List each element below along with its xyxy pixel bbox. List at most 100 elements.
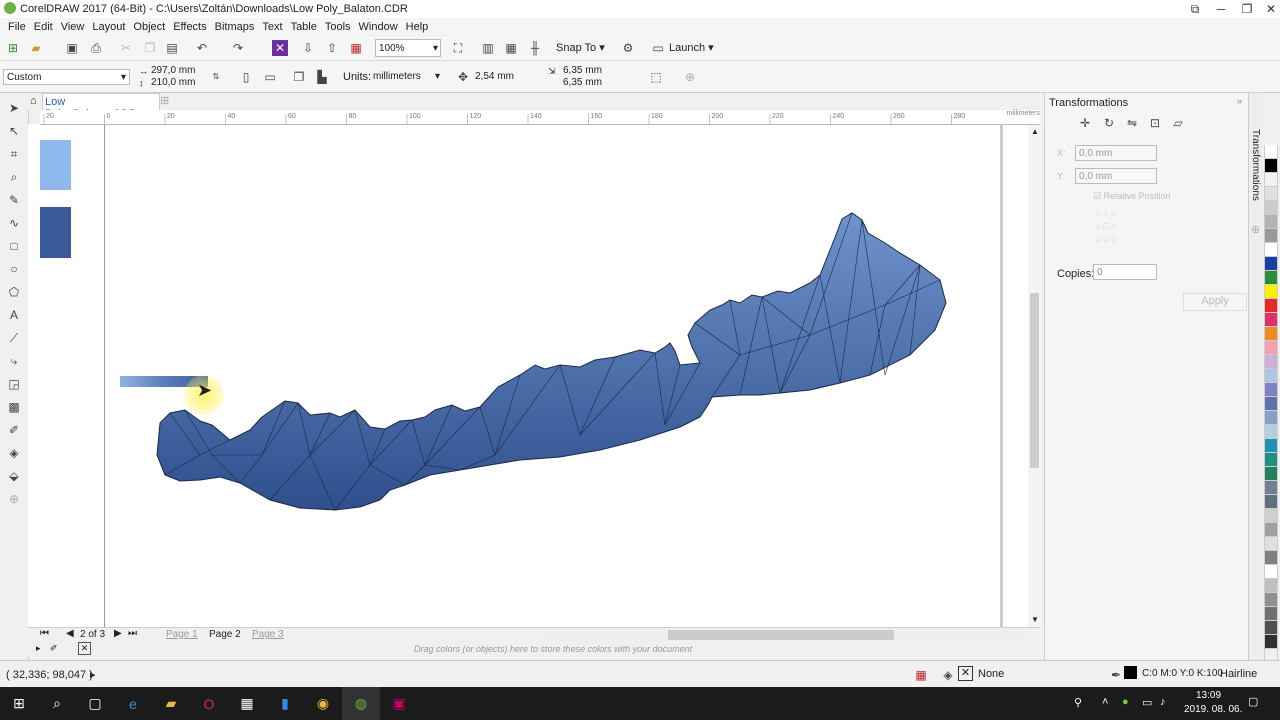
save-icon[interactable]: ▣ (64, 40, 80, 56)
docker-tab-strip[interactable]: Transformations ⊕ (1248, 93, 1263, 667)
artistic-media-icon[interactable]: ∿ (6, 215, 22, 231)
palette-swatch[interactable] (1264, 621, 1278, 635)
cut-icon[interactable]: ✂ (118, 40, 134, 56)
drop-shadow-icon[interactable]: ◲ (6, 376, 22, 392)
launch-dropdown[interactable]: Launch ▾ (669, 41, 714, 54)
ellipse-tool-icon[interactable]: ○ (6, 261, 22, 277)
add-tool-icon[interactable]: ⊕ (6, 491, 22, 507)
palette-swatch[interactable] (1264, 467, 1278, 481)
palette-swatch[interactable] (1264, 495, 1278, 509)
add-icon[interactable]: ⊕ (682, 69, 698, 85)
palette-swatch[interactable] (1264, 313, 1278, 327)
notification-icon[interactable]: ▢ (1248, 695, 1258, 708)
page-tab-1[interactable]: Page 1 (166, 629, 198, 640)
palette-swatch[interactable] (1264, 523, 1278, 537)
show-guidelines-icon[interactable]: ╫ (527, 40, 543, 56)
parallel-dimension-icon[interactable]: ⟋ (6, 330, 22, 346)
maximize-button[interactable]: ❐ (1234, 0, 1260, 18)
add-docker-icon[interactable]: ⊕ (1251, 223, 1260, 236)
corel-photo-paint-icon[interactable]: ▣ (380, 687, 418, 720)
clock-date[interactable]: 2019. 08. 06. (1184, 704, 1242, 715)
palette-swatch[interactable] (1264, 425, 1278, 439)
current-page-icon[interactable]: ▙ (314, 69, 330, 85)
task-view-icon[interactable]: ▢ (76, 687, 114, 720)
shape-tool-icon[interactable]: ↖ (6, 123, 22, 139)
palette-swatch[interactable] (1264, 411, 1278, 425)
landscape-icon[interactable]: ▭ (262, 69, 278, 85)
apply-button[interactable]: Apply (1183, 293, 1247, 311)
menu-text[interactable]: Text (262, 21, 282, 33)
zoom-field[interactable]: 100% ▾ (375, 39, 441, 57)
open-icon[interactable]: ▰ (28, 40, 44, 56)
coreldraw-taskbar-icon[interactable]: ◍ (342, 687, 380, 720)
relative-position-checkbox[interactable]: ☑ Relative Position (1093, 191, 1171, 202)
tray-app-icon[interactable]: ● (1122, 696, 1129, 708)
palette-swatch[interactable] (1264, 271, 1278, 285)
last-page-icon[interactable]: ⏭ (128, 628, 137, 639)
document-palette[interactable]: ▸ ✐ ✕ Drag colors (or objects) here to s… (28, 641, 1040, 657)
palette-swatch[interactable] (1264, 607, 1278, 621)
new-tab-icon[interactable]: ⊞ (160, 94, 169, 107)
scale-mirror-icon[interactable]: ⇋ (1124, 115, 1140, 131)
rectangle-tool-icon[interactable]: □ (6, 238, 22, 254)
export-icon[interactable]: ⇧ (324, 40, 340, 56)
calculator-icon[interactable]: ▦ (228, 687, 266, 720)
units-select[interactable]: millimeters ▾ (370, 69, 442, 85)
page-tab-2[interactable]: Page 2 (209, 629, 241, 640)
width-spinner-icon[interactable]: ⇅ (208, 69, 224, 85)
rotate-icon[interactable]: ↻ (1101, 115, 1117, 131)
palette-swatch[interactable] (1264, 369, 1278, 383)
close-button[interactable]: ✕ (1258, 0, 1280, 18)
palette-swatch[interactable] (1264, 215, 1278, 229)
prev-page-icon[interactable]: ◀ (66, 628, 74, 639)
scroll-down-icon[interactable]: ▼ (1031, 615, 1039, 624)
nudge-distance-field[interactable]: 2,54 mm (472, 69, 534, 85)
new-document-icon[interactable]: ⊞ (5, 40, 21, 56)
no-color-icon[interactable]: ✕ (78, 642, 91, 655)
x-position-field[interactable]: 0,0 mm (1075, 145, 1157, 161)
freehand-tool-icon[interactable]: ✎ (6, 192, 22, 208)
menu-table[interactable]: Table (291, 21, 317, 33)
show-grid-icon[interactable]: ▦ (503, 40, 519, 56)
palette-swatch[interactable] (1264, 565, 1278, 579)
full-screen-preview-icon[interactable]: ⛶ (450, 40, 466, 56)
skew-icon[interactable]: ▱ (1170, 115, 1186, 131)
horizontal-ruler[interactable]: 20 0 20 40 60 80 100 120 140 160 180 200 220 240 260 28… (40, 110, 1040, 125)
menu-effects[interactable]: Effects (173, 21, 206, 33)
people-icon[interactable]: ⚲ (1074, 696, 1082, 709)
print-icon[interactable]: ⎙ (88, 40, 104, 56)
palette-swatch[interactable] (1264, 243, 1278, 257)
palette-swatch[interactable] (1264, 327, 1278, 341)
scrollbar-thumb[interactable] (1030, 293, 1039, 468)
palette-swatch[interactable] (1264, 257, 1278, 271)
minimize-button[interactable]: ─ (1208, 0, 1234, 18)
palette-swatch[interactable] (1264, 579, 1278, 593)
palette-swatch[interactable] (1264, 453, 1278, 467)
search-icon[interactable]: ⌕ (38, 687, 76, 720)
connector-tool-icon[interactable]: ⤷ (6, 353, 22, 369)
chrome-icon[interactable]: ◉ (304, 687, 342, 720)
text-tool-icon[interactable]: A (6, 307, 22, 323)
portrait-icon[interactable]: ▯ (238, 69, 254, 85)
outline-pen-icon[interactable]: ✒ (1108, 667, 1124, 683)
palette-swatch[interactable] (1264, 285, 1278, 299)
undo-icon[interactable]: ↶ (194, 40, 210, 56)
menu-tools[interactable]: Tools (325, 21, 351, 33)
clock-time[interactable]: 13:09 (1196, 690, 1221, 701)
application-launcher-icon[interactable]: ▭ (650, 40, 666, 56)
import-icon[interactable]: ⇩ (300, 40, 316, 56)
paste-icon[interactable]: ▤ (164, 40, 180, 56)
drawing-canvas[interactable]: ➤ (40, 125, 1028, 628)
palette-swatch[interactable] (1264, 187, 1278, 201)
palette-swatch[interactable] (1264, 341, 1278, 355)
interactive-fill-icon[interactable]: ◈ (6, 445, 22, 461)
lake-outline[interactable] (156, 212, 947, 511)
docker-tab-transformations[interactable]: Transformations (1250, 129, 1261, 201)
menu-window[interactable]: Window (359, 21, 398, 33)
page-border-icon[interactable]: ⬚ (648, 69, 664, 85)
page-width-field[interactable]: 297,0 mm (148, 65, 206, 77)
lake-balaton-shape[interactable] (40, 125, 1028, 628)
pick-tool-icon[interactable]: ➤ (6, 100, 22, 116)
network-icon[interactable]: ▭ (1142, 696, 1152, 709)
fill-icon[interactable]: ◈ (940, 667, 956, 683)
